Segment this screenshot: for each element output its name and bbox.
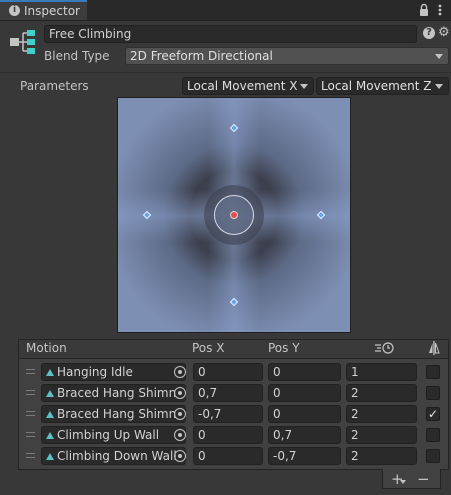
object-picker-icon[interactable] [174, 429, 186, 441]
x-parameter-value: Local Movement X [187, 79, 298, 93]
row-drag-handle[interactable] [26, 432, 35, 437]
pos-y-field[interactable]: 0 [268, 384, 341, 402]
mirror-checkbox[interactable] [426, 449, 440, 463]
pos-x-field[interactable]: -0,7 [193, 405, 263, 423]
tab-title: Inspector [24, 4, 80, 18]
row-drag-handle[interactable] [26, 390, 35, 395]
chevron-down-icon [300, 84, 308, 89]
motion-clip-name: Hanging Idle [57, 365, 133, 379]
lock-icon[interactable] [418, 3, 430, 17]
speed-field[interactable]: 2 [346, 384, 417, 402]
motion-clip-name: Climbing Up Wall [57, 428, 160, 442]
pos-x-field[interactable]: 0 [193, 447, 263, 465]
info-icon: i [9, 5, 20, 16]
row-drag-handle[interactable] [26, 453, 35, 458]
mirror-checkbox[interactable] [426, 386, 440, 400]
blend-graph[interactable] [117, 97, 351, 333]
pos-y-field[interactable]: 0 [268, 405, 341, 423]
motion-clip-field[interactable]: Climbing Down Wall [41, 447, 186, 465]
speed-field[interactable]: 2 [346, 405, 417, 423]
motion-clip-name: Braced Hang Shimn [57, 386, 177, 400]
speed-field[interactable]: 2 [346, 426, 417, 444]
blend-type-value: 2D Freeform Directional [130, 49, 273, 63]
remove-motion-button[interactable]: − [417, 471, 430, 487]
y-parameter-dropdown[interactable]: Local Movement Z [316, 77, 449, 95]
animation-clip-icon [46, 390, 54, 397]
gear-icon[interactable]: ⚙ [438, 26, 451, 40]
object-picker-icon[interactable] [174, 387, 186, 399]
pos-y-field[interactable]: 0 [268, 363, 341, 381]
blend-type-label: Blend Type [44, 49, 110, 63]
motion-clip-field[interactable]: Braced Hang Shimn [41, 384, 186, 402]
object-picker-icon[interactable] [174, 450, 186, 462]
chevron-down-icon [435, 84, 443, 89]
inspector-tab[interactable]: i Inspector [0, 0, 87, 20]
pos-x-field[interactable]: 0,7 [193, 384, 263, 402]
motion-clip-field[interactable]: Climbing Up Wall [41, 426, 186, 444]
blend-type-dropdown[interactable]: 2D Freeform Directional [125, 47, 449, 65]
animation-clip-icon [46, 453, 54, 460]
blend-point-center[interactable] [230, 211, 238, 219]
animation-clip-icon [46, 411, 54, 418]
header-motion: Motion [26, 341, 67, 355]
add-motion-button[interactable]: + [391, 471, 404, 487]
row-drag-handle[interactable] [26, 411, 35, 416]
pos-x-field[interactable]: 0 [193, 363, 263, 381]
time-scale-icon[interactable] [374, 342, 396, 354]
mirror-checkbox[interactable] [426, 428, 440, 442]
motion-clip-field[interactable]: Hanging Idle [41, 363, 186, 381]
more-options-icon[interactable] [434, 3, 446, 17]
header-divider [0, 20, 451, 21]
mirror-icon[interactable] [428, 340, 440, 356]
object-picker-icon[interactable] [174, 366, 186, 378]
pos-x-field[interactable]: 0 [193, 426, 263, 444]
blend-tree-icon [9, 27, 37, 57]
chevron-down-icon[interactable] [400, 480, 406, 484]
node-name-field[interactable]: Free Climbing [44, 25, 417, 43]
pos-y-field[interactable]: 0,7 [268, 426, 341, 444]
x-parameter-dropdown[interactable]: Local Movement X [182, 77, 314, 95]
motion-clip-name: Braced Hang Shimn [57, 407, 177, 421]
mirror-checkbox[interactable] [426, 365, 440, 379]
motion-clip-name: Climbing Down Wall [57, 449, 177, 463]
help-icon[interactable]: ? [423, 27, 435, 39]
section-divider [0, 72, 451, 73]
parameters-label: Parameters [20, 79, 89, 93]
row-drag-handle[interactable] [26, 369, 35, 374]
y-parameter-value: Local Movement Z [321, 79, 432, 93]
chevron-down-icon [435, 54, 443, 59]
speed-field[interactable]: 2 [346, 447, 417, 465]
header-pos-x: Pos X [192, 341, 225, 355]
pos-y-field[interactable]: -0,7 [268, 447, 341, 465]
animation-clip-icon [46, 432, 54, 439]
header-pos-y: Pos Y [268, 341, 300, 355]
animation-clip-icon [46, 369, 54, 376]
mirror-checkbox-checked[interactable]: ✓ [426, 407, 440, 421]
motion-clip-field[interactable]: Braced Hang Shimn [41, 405, 186, 423]
object-picker-icon[interactable] [174, 408, 186, 420]
speed-field[interactable]: 1 [346, 363, 417, 381]
